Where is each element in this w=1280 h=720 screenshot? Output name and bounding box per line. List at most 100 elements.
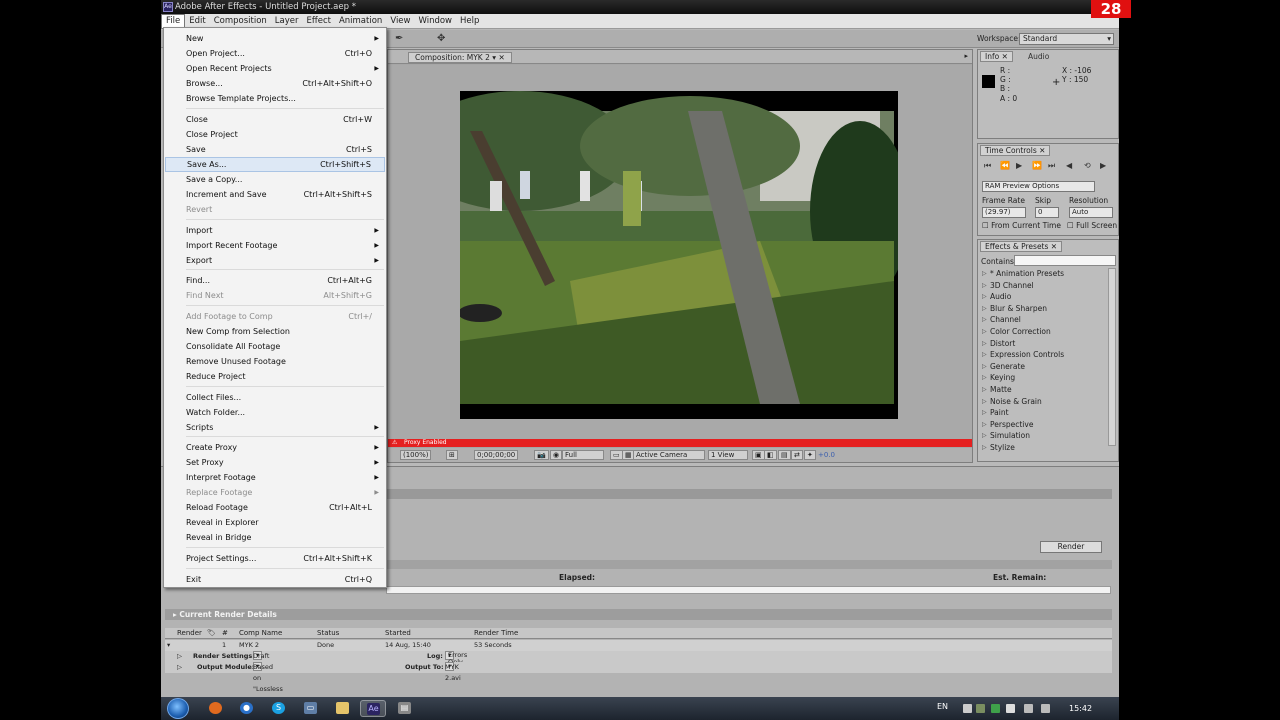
menu-item-reload-footage[interactable]: Reload Footage Ctrl+Alt+L	[165, 500, 385, 515]
menu-effect[interactable]: Effect	[303, 15, 335, 28]
effects-category-item[interactable]: ▷ Simulation	[980, 430, 1108, 442]
frame-rate-dropdown[interactable]: (29.97)	[982, 207, 1026, 218]
play-icon[interactable]: ▶	[1016, 161, 1022, 170]
tab-menu-icon[interactable]: ▾	[492, 53, 496, 62]
menu-item-save[interactable]: Save Ctrl+S	[165, 142, 385, 157]
composition-tab[interactable]: Composition: MYK 2 ▾ ✕	[408, 52, 512, 63]
menu-item-collect-files[interactable]: Collect Files...	[165, 390, 385, 405]
expand-triangle-icon[interactable]: ▷	[982, 326, 987, 338]
taskbar-skype[interactable]: S	[266, 700, 292, 717]
effects-category-item[interactable]: ▷ Blur & Sharpen	[980, 303, 1108, 315]
expand-triangle-icon[interactable]: ▷	[982, 349, 987, 361]
start-button[interactable]	[167, 698, 189, 719]
loop-icon[interactable]: ⟲	[1084, 161, 1091, 170]
col-comp-name[interactable]: Comp Name	[239, 628, 282, 639]
menu-item-import-recent-footage[interactable]: Import Recent Footage ▶	[165, 238, 385, 253]
tray-security-icon[interactable]	[991, 704, 1000, 713]
menu-edit[interactable]: Edit	[185, 15, 209, 28]
menu-composition[interactable]: Composition	[210, 15, 271, 28]
panel-menu-icon[interactable]: ▸	[964, 52, 968, 60]
taskbar-after-effects[interactable]: Ae	[360, 700, 386, 717]
effects-category-item[interactable]: ▷ Stylize	[980, 442, 1108, 454]
effects-category-item[interactable]: ▷ Keying	[980, 372, 1108, 384]
menu-item-reveal-in-explorer[interactable]: Reveal in Explorer	[165, 515, 385, 530]
menu-item-find[interactable]: Find... Ctrl+Alt+G	[165, 273, 385, 288]
effects-category-item[interactable]: ▷ Generate	[980, 361, 1108, 373]
menu-animation[interactable]: Animation	[335, 15, 386, 28]
expand-triangle-icon[interactable]: ▷	[982, 419, 987, 431]
menu-item-open-recent-projects[interactable]: Open Recent Projects ▶	[165, 61, 385, 76]
language-indicator[interactable]: EN	[937, 702, 948, 711]
resolution-dropdown[interactable]: Full	[562, 450, 604, 460]
expand-triangle-icon[interactable]: ▷	[982, 372, 987, 384]
color-channel-icon[interactable]: ◉	[550, 450, 563, 460]
expand-triangle-icon[interactable]: ▷	[177, 662, 182, 673]
menu-item-save-as[interactable]: Save As... Ctrl+Shift+S	[165, 157, 385, 172]
expand-triangle-icon[interactable]: ▷	[982, 442, 987, 454]
camera-dropdown[interactable]: Active Camera	[633, 450, 705, 460]
resolution-dropdown-tc[interactable]: Auto	[1069, 207, 1113, 218]
col-status[interactable]: Status	[317, 628, 339, 639]
menu-view[interactable]: View	[386, 15, 414, 28]
menu-item-export[interactable]: Export ▶	[165, 253, 385, 268]
effects-category-item[interactable]: ▷ Color Correction	[980, 326, 1108, 338]
menu-item-project-settings[interactable]: Project Settings... Ctrl+Alt+Shift+K	[165, 551, 385, 566]
menu-item-create-proxy[interactable]: Create Proxy ▶	[165, 440, 385, 455]
menu-item-close-project[interactable]: Close Project	[165, 127, 385, 142]
menu-item-watch-folder[interactable]: Watch Folder...	[165, 405, 385, 420]
col-started[interactable]: Started	[385, 628, 411, 639]
log-dropdown[interactable]: Errors Only ▾	[445, 651, 467, 666]
menu-item-close[interactable]: Close Ctrl+W	[165, 112, 385, 127]
timeline-icon[interactable]: ▤	[778, 450, 791, 460]
first-frame-icon[interactable]: ⏮	[984, 161, 991, 171]
ram-preview-dropdown[interactable]: RAM Preview Options	[982, 181, 1095, 192]
tab-audio[interactable]: Audio	[1028, 52, 1049, 61]
expand-row-icon[interactable]: ▾	[167, 640, 170, 651]
effects-category-item[interactable]: ▷ Matte	[980, 384, 1108, 396]
menu-help[interactable]: Help	[456, 15, 483, 28]
skip-dropdown[interactable]: 0	[1035, 207, 1059, 218]
toggle-pixel-aspect-icon[interactable]: ▣	[752, 450, 765, 460]
composition-viewer[interactable]	[388, 65, 972, 440]
menu-item-browse-template-projects[interactable]: Browse Template Projects...	[165, 91, 385, 106]
exposure-value[interactable]: +0.0	[818, 448, 835, 462]
taskbar-chrome[interactable]: ●	[234, 700, 260, 717]
effects-category-item[interactable]: ▷ Channel	[980, 314, 1108, 326]
expand-triangle-icon[interactable]: ▷	[982, 396, 987, 408]
fast-previews-icon[interactable]: ◧	[764, 450, 777, 460]
workspace-dropdown[interactable]: Standard	[1019, 33, 1114, 45]
views-dropdown[interactable]: 1 View	[708, 450, 748, 460]
menu-item-browse[interactable]: Browse... Ctrl+Alt+Shift+O	[165, 76, 385, 91]
tab-info[interactable]: Info ✕	[980, 51, 1013, 62]
taskbar-firefox[interactable]	[203, 700, 229, 717]
menu-item-reveal-in-bridge[interactable]: Reveal in Bridge	[165, 530, 385, 545]
magnification-dropdown[interactable]: (100%)	[400, 450, 432, 460]
menu-item-exit[interactable]: Exit Ctrl+Q	[165, 572, 385, 587]
effects-category-item[interactable]: ▷ Audio	[980, 291, 1108, 303]
effects-category-item[interactable]: ▷ * Animation Presets	[980, 268, 1108, 280]
effects-search-input[interactable]	[1014, 255, 1116, 266]
expand-triangle-icon[interactable]: ▷	[982, 384, 987, 396]
menu-layer[interactable]: Layer	[271, 15, 303, 28]
tray-up-arrow-icon[interactable]	[963, 704, 972, 713]
next-frame-icon[interactable]: ⏩	[1032, 161, 1042, 170]
menu-item-reduce-project[interactable]: Reduce Project	[165, 369, 385, 384]
tray-volume-icon[interactable]	[1041, 704, 1050, 713]
menu-item-set-proxy[interactable]: Set Proxy ▶	[165, 455, 385, 470]
timecode-field[interactable]: 0;00;00;00	[474, 450, 519, 460]
menu-item-new-comp-from-selection[interactable]: New Comp from Selection	[165, 324, 385, 339]
safe-zones-icon[interactable]: ⊞	[446, 450, 458, 460]
expand-triangle-icon[interactable]: ▷	[982, 268, 987, 280]
tray-network-icon[interactable]	[1024, 704, 1033, 713]
expand-triangle-icon[interactable]: ▷	[982, 291, 987, 303]
from-current-time-checkbox[interactable]: ☐ From Current Time	[982, 221, 1061, 230]
region-of-interest-icon[interactable]: ▭	[610, 450, 623, 460]
render-button[interactable]: Render	[1040, 541, 1102, 553]
effects-category-item[interactable]: ▷ Perspective	[980, 419, 1108, 431]
menu-item-import[interactable]: Import ▶	[165, 223, 385, 238]
expand-triangle-icon[interactable]: ▷	[982, 430, 987, 442]
effects-scrollbar[interactable]	[1108, 268, 1116, 446]
expand-triangle-icon[interactable]: ▷	[982, 303, 987, 315]
menu-item-increment-and-save[interactable]: Increment and Save Ctrl+Alt+Shift+S	[165, 187, 385, 202]
effects-category-item[interactable]: ▷ Expression Controls	[980, 349, 1108, 361]
